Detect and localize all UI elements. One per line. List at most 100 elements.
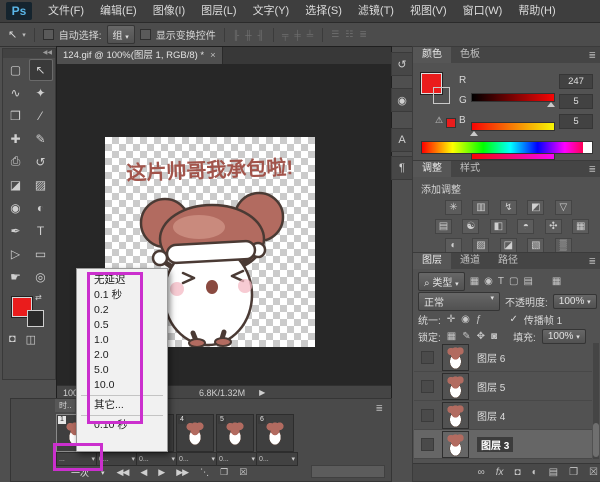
history-brush-tool[interactable]: ↺ [30, 152, 52, 172]
opacity-dropdown[interactable]: 100% ▾ [552, 294, 597, 309]
properties-panel-button[interactable]: ◉ [391, 88, 413, 112]
frame-4-delay-dropdown[interactable]: 0... ▾ [176, 452, 218, 466]
gradient-map-icon[interactable]: ▒ [554, 238, 572, 253]
color-lookup-icon[interactable]: ▦ [572, 219, 590, 234]
green-slider[interactable] [470, 122, 555, 136]
path-select-tool[interactable]: ▷ [5, 244, 27, 264]
vibrance-icon[interactable]: ▽ [554, 200, 572, 215]
layer-thumbnail[interactable] [442, 401, 469, 429]
quick-selection-tool[interactable]: ✦ [30, 83, 52, 103]
align-right-edges-icon[interactable]: ╢ [258, 30, 265, 40]
layer-thumbnail[interactable] [442, 430, 469, 458]
black-white-icon[interactable]: ◧ [489, 219, 507, 234]
lock-position-icon[interactable]: ✥ [477, 331, 485, 342]
lasso-tool[interactable]: ∿ [5, 83, 27, 103]
propagate-checkbox[interactable]: ✓ [509, 314, 517, 325]
distribute-bottom-icon[interactable]: ≣ [359, 29, 368, 40]
tween-button[interactable]: ⋱ [200, 467, 209, 478]
align-bottom-edges-icon[interactable]: ╧ [307, 30, 314, 40]
next-frame-button[interactable]: ▶▶ [176, 467, 189, 478]
green-slider-marker[interactable] [470, 131, 479, 136]
layers-scrollbar[interactable] [593, 343, 599, 459]
blur-tool[interactable]: ◉ [5, 198, 27, 218]
visibility-toggle[interactable] [421, 350, 434, 364]
align-left-edges-icon[interactable]: ╟ [233, 30, 240, 40]
panel-menu-icon[interactable]: ≣ [588, 253, 600, 269]
photo-filter-icon[interactable]: ◓ [517, 219, 535, 234]
red-slider[interactable] [471, 93, 555, 107]
zoom-tool[interactable]: ◎ [30, 267, 52, 287]
delete-frame-button[interactable]: ☒ [239, 467, 247, 478]
distribute-middle-icon[interactable]: ☷ [345, 29, 354, 40]
menu-edit[interactable]: 编辑(E) [92, 0, 145, 22]
show-transform-checkbox[interactable] [139, 29, 151, 40]
frame-3-delay-dropdown[interactable]: 0... ▾ [136, 452, 178, 466]
new-group-icon[interactable]: ▤ [549, 467, 558, 478]
play-button[interactable]: ▶ [158, 467, 165, 478]
filter-toggle-switch[interactable]: ▦ [552, 276, 561, 287]
panel-menu-icon[interactable]: ≣ [588, 47, 600, 63]
previous-frame-button[interactable]: ◀ [140, 467, 147, 478]
swap-colors-icon[interactable]: ⇄ [35, 293, 42, 302]
dodge-tool[interactable]: ◐ [30, 198, 52, 218]
first-frame-button[interactable]: ◀◀ [117, 467, 130, 478]
color-spectrum-ramp[interactable] [421, 141, 593, 154]
frame-5-delay-dropdown[interactable]: 0... ▾ [216, 452, 258, 466]
levels-icon[interactable]: ▥ [472, 200, 490, 215]
menu-window[interactable]: 窗口(W) [455, 0, 511, 22]
close-icon[interactable]: × [210, 47, 216, 64]
threshold-icon[interactable]: ◪ [499, 238, 517, 253]
lock-transparency-icon[interactable]: ▦ [447, 331, 456, 342]
menu-layer[interactable]: 图层(L) [193, 0, 244, 22]
timeline-menu-icon[interactable]: ≣ [375, 400, 387, 416]
eyedropper-tool[interactable]: ⁄ [30, 106, 52, 126]
delete-layer-icon[interactable]: ☒ [589, 467, 598, 478]
align-h-centers-icon[interactable]: ╫ [245, 30, 252, 40]
exposure-icon[interactable]: ◩ [527, 200, 545, 215]
fill-dropdown[interactable]: 100% ▾ [541, 329, 586, 344]
screen-mode-button[interactable]: ◫ [26, 333, 36, 346]
tab-layers[interactable]: 图层 [413, 253, 451, 269]
filter-type-icon[interactable]: T [498, 276, 504, 287]
shape-tool[interactable]: ▭ [30, 244, 52, 264]
new-layer-icon[interactable]: ❐ [569, 467, 578, 478]
background-color-swatch[interactable] [27, 310, 44, 327]
toolbar-collapse-icon[interactable]: ◀◀ [3, 49, 55, 58]
frame-5[interactable]: 5 [216, 414, 254, 452]
frame-6-delay-dropdown[interactable]: 0... ▾ [256, 452, 298, 466]
timeline-scrollbar[interactable] [311, 465, 385, 478]
tab-styles[interactable]: 样式 [451, 161, 489, 177]
tab-swatches[interactable]: 色板 [451, 47, 489, 63]
menu-view[interactable]: 视图(V) [402, 0, 455, 22]
filter-smart-icon[interactable]: ▤ [523, 276, 532, 287]
brush-tool[interactable]: ✎ [30, 129, 52, 149]
layer-name[interactable]: 图层 4 [477, 408, 505, 423]
blue-value[interactable]: 5 [559, 114, 593, 129]
menu-filter[interactable]: 滤镜(T) [350, 0, 402, 22]
duplicate-frame-button[interactable]: ❐ [220, 467, 228, 478]
gamut-warning-icon[interactable]: ⚠ [435, 115, 443, 126]
unify-style-icon[interactable]: ƒ [476, 314, 482, 325]
visibility-toggle[interactable] [421, 379, 434, 393]
layer-name[interactable]: 图层 3 [477, 436, 514, 452]
hand-tool[interactable]: ☛ [5, 267, 27, 287]
crop-tool[interactable]: ❒ [5, 106, 27, 126]
history-panel-button[interactable]: ↺ [391, 52, 413, 76]
brightness-contrast-icon[interactable]: ✳ [445, 200, 462, 215]
unify-position-icon[interactable]: ✛ [447, 314, 455, 325]
layers-scrollbar-thumb[interactable] [593, 423, 599, 457]
curves-icon[interactable]: ↯ [499, 200, 517, 215]
distribute-top-icon[interactable]: ☰ [331, 29, 340, 40]
lock-all-icon[interactable]: ◙ [491, 331, 497, 342]
tab-color[interactable]: 颜色 [413, 47, 451, 63]
menu-type[interactable]: 文字(Y) [245, 0, 298, 22]
layer-row[interactable]: 图层 5 [414, 372, 592, 401]
posterize-icon[interactable]: ▨ [472, 238, 490, 253]
clone-stamp-tool[interactable]: ⎙ [5, 152, 27, 172]
menu-select[interactable]: 选择(S) [297, 0, 350, 22]
red-slider-marker[interactable] [546, 102, 555, 107]
visibility-toggle[interactable] [421, 437, 434, 451]
menu-image[interactable]: 图像(I) [145, 0, 193, 22]
quick-mask-button[interactable]: ◘ [9, 333, 16, 346]
panel-menu-icon[interactable]: ≣ [588, 161, 600, 177]
